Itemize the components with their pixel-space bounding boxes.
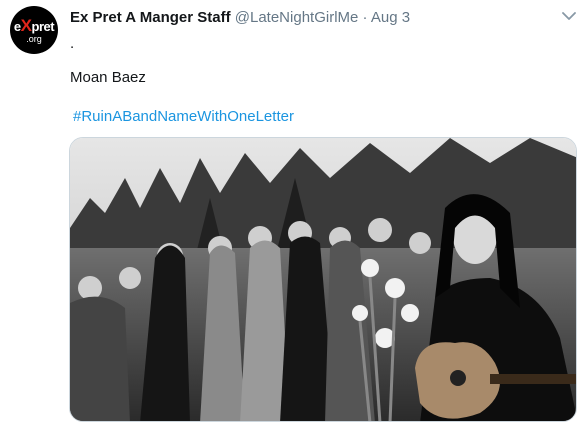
author-name[interactable]: Ex Pret A Manger Staff — [70, 9, 231, 26]
author-handle[interactable]: @LateNightGirlMe — [235, 9, 359, 26]
hashtag-link[interactable]: #RuinABandNameWithOneLetter — [73, 108, 294, 125]
chevron-down-icon[interactable] — [562, 11, 576, 21]
tweet-media-photo[interactable] — [69, 137, 577, 422]
avatar[interactable]: eXpret .org — [10, 6, 58, 54]
separator-dot: · — [362, 9, 368, 26]
tweet-header: Ex Pret A Manger Staff @LateNightGirlMe … — [70, 9, 410, 26]
avatar-text-org: .org — [26, 33, 42, 44]
tweet-text-line: . — [70, 35, 75, 52]
crowd-photo — [70, 138, 576, 421]
avatar-text-e: e — [13, 18, 21, 34]
tweet-date[interactable]: Aug 3 — [371, 9, 410, 26]
avatar-text-pret: pret — [31, 18, 55, 34]
tweet-text-line: Moan Baez — [70, 69, 146, 86]
avatar-text-x: X — [20, 15, 32, 35]
